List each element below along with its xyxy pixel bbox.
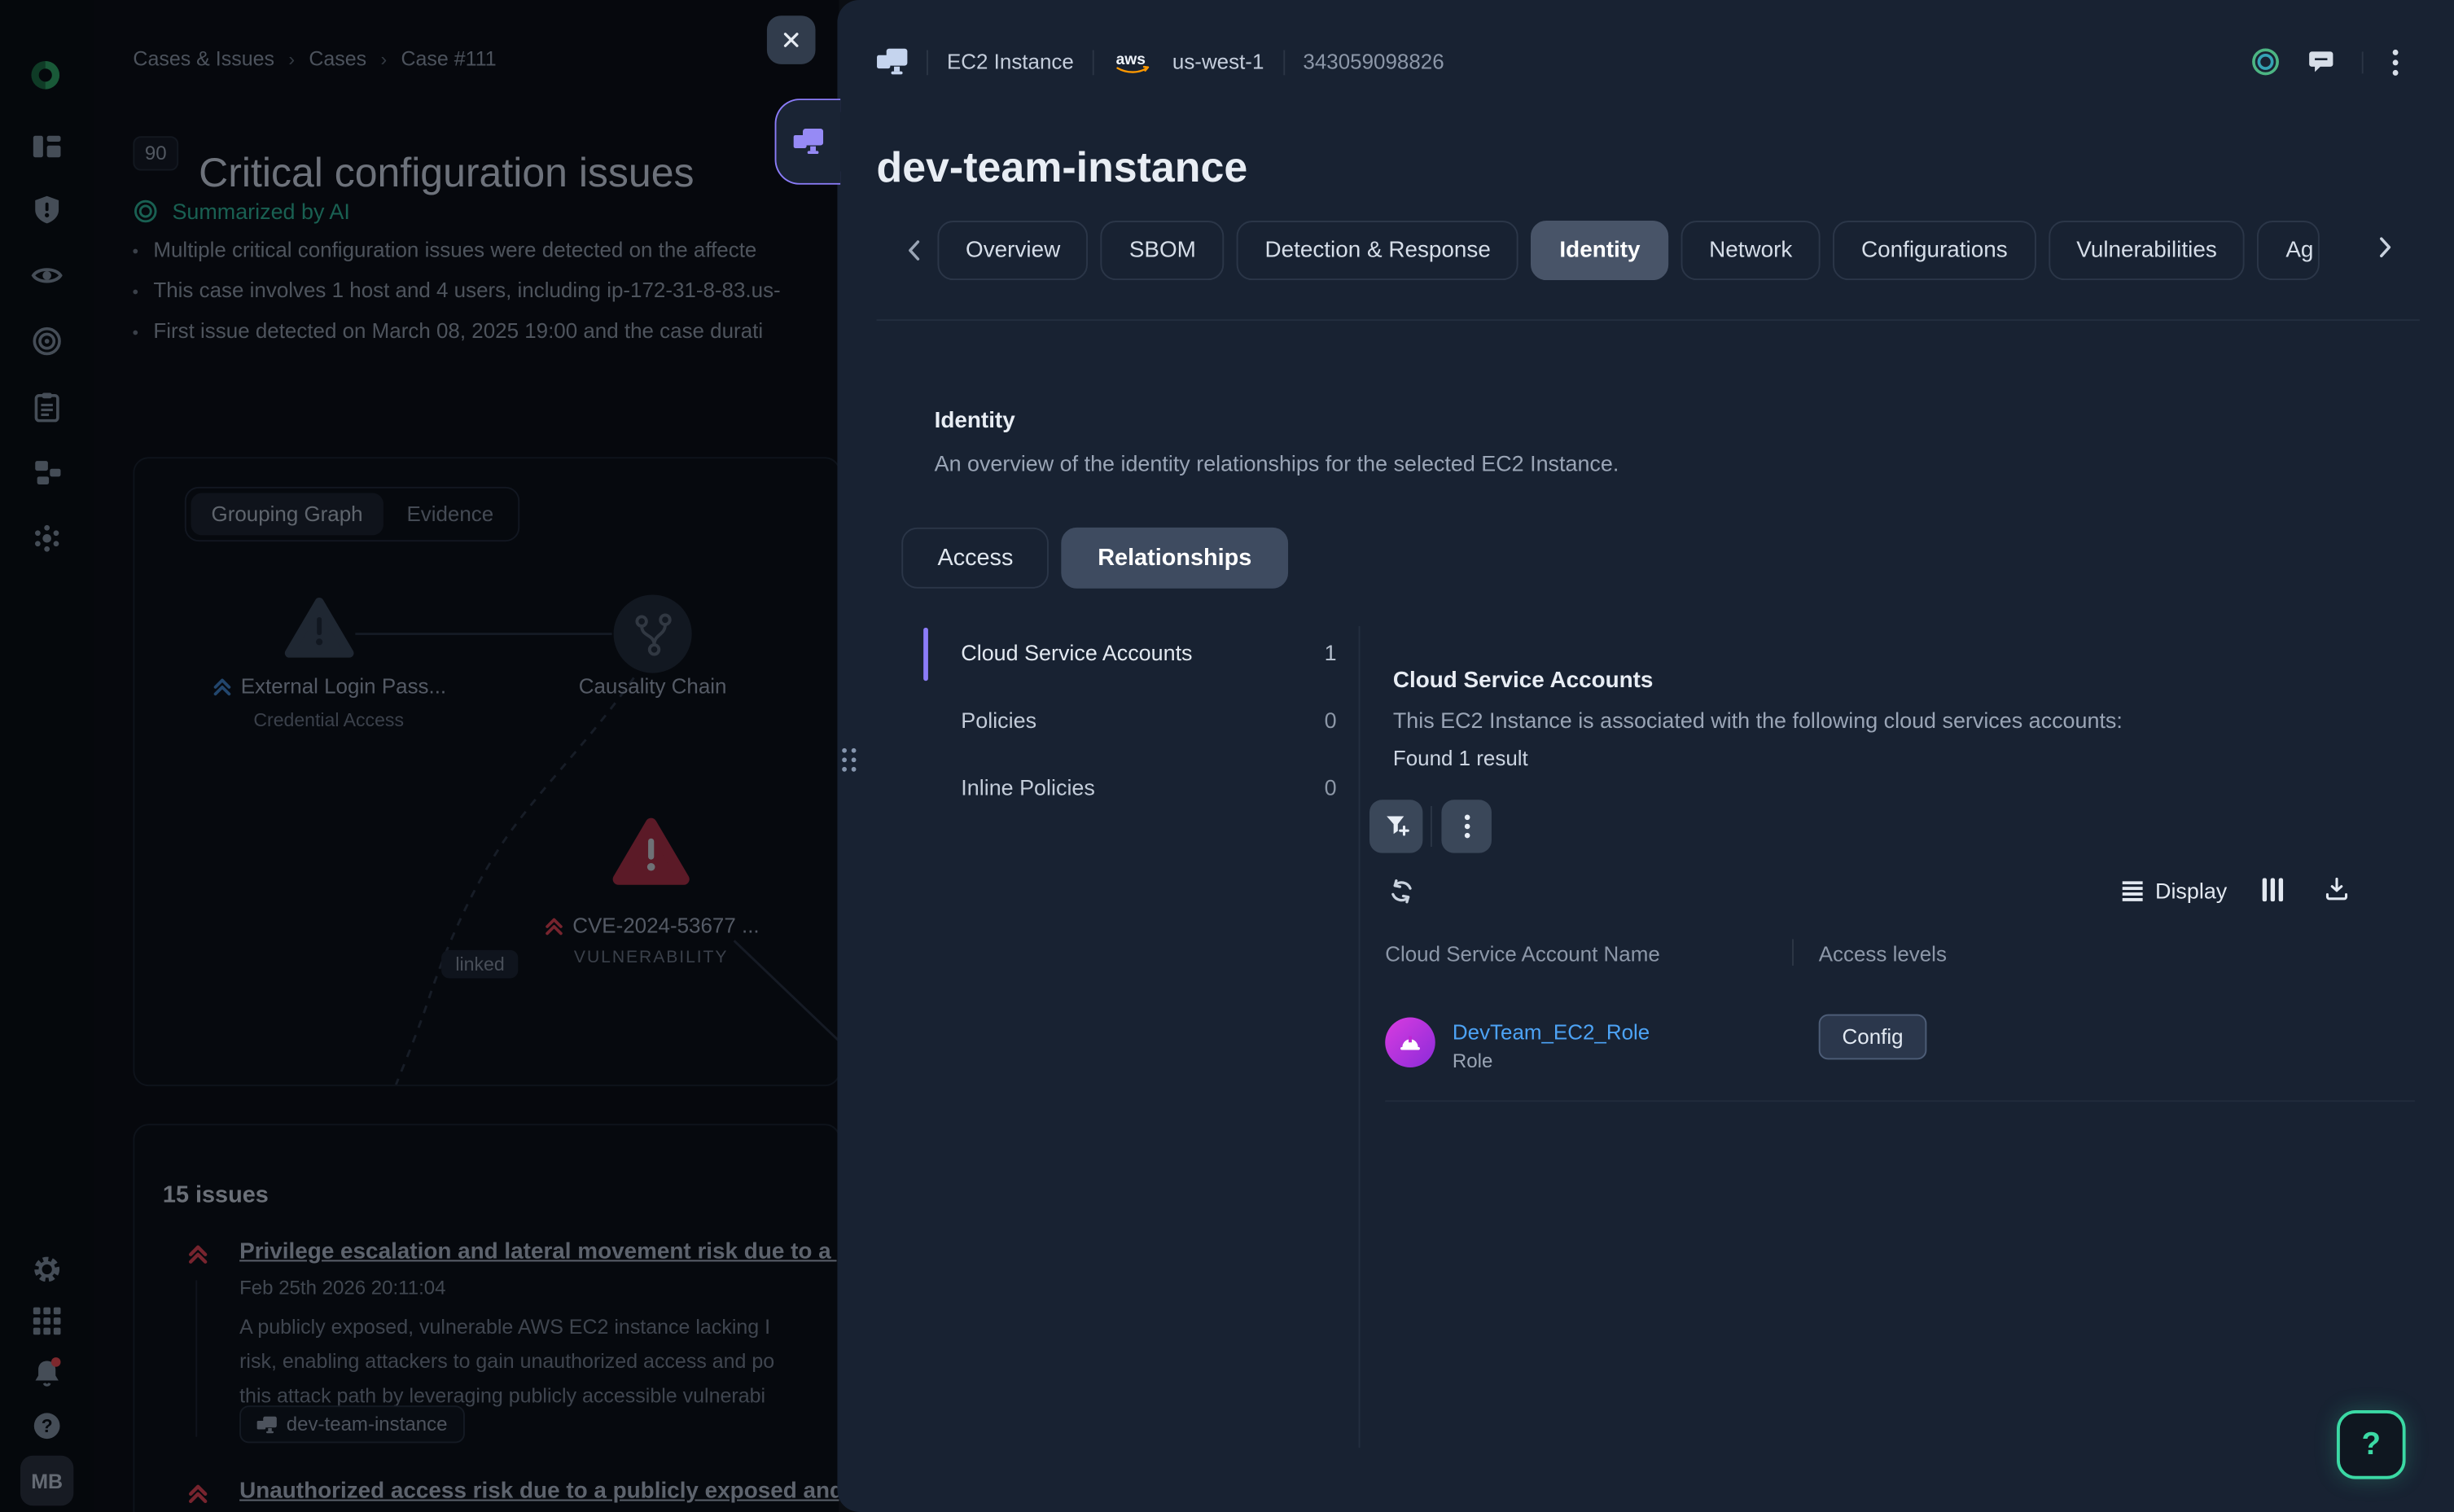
asset-title: dev-team-instance [876,144,1247,193]
filter-more-button[interactable] [1441,800,1492,852]
add-filter-button[interactable] [1369,800,1422,852]
column-header-access-levels[interactable]: Access levels [1819,942,1947,966]
chevron-right-icon [2374,234,2396,260]
columns-divider [1359,626,1361,1448]
chat-icon [2308,50,2333,74]
panel-resize-handle[interactable] [842,748,856,772]
modal-backdrop[interactable] [0,0,839,1512]
refresh-icon [1388,878,1415,905]
download-button[interactable] [2325,876,2350,901]
list-item-policies[interactable]: Policies 0 [923,695,1339,748]
hard-hat-icon [1398,1031,1423,1054]
tab-sbom[interactable]: SBOM [1101,221,1224,280]
asset-tabs: Overview SBOM Detection & Response Ident… [903,221,2386,280]
tab-identity[interactable]: Identity [1532,221,1668,280]
tab-agents-clipped[interactable]: Ag [2258,221,2320,280]
asset-panel-side-tab[interactable] [775,99,841,185]
app-viewport: ? MB Cases & Issues › Cases › Case #111 … [0,0,2454,1512]
count-badge: 1 [1325,640,1337,665]
tab-configurations[interactable]: Configurations [1833,221,2036,280]
account-type-label: Role [1453,1050,1492,1072]
detail-description: This EC2 Instance is associated with the… [1393,708,2123,733]
asset-type-label: EC2 Instance [947,50,1074,74]
aws-logo-icon: aws [1113,49,1154,76]
kebab-menu-icon [2391,48,2399,77]
identity-view-toggle: Access Relationships [901,528,1287,589]
header-divider [1093,50,1094,75]
ai-rings-icon [2250,47,2281,77]
header-divider [1282,50,1284,75]
column-divider [1792,939,1794,966]
column-header-account-name[interactable]: Cloud Service Account Name [1385,942,1660,966]
toggle-access[interactable]: Access [901,528,1049,589]
header-divider [2362,50,2364,72]
role-avatar [1385,1017,1435,1067]
display-options-button[interactable]: Display [2113,876,2237,905]
selected-indicator [923,628,928,681]
detail-title: Cloud Service Accounts [1393,668,1654,693]
count-badge: 0 [1325,708,1337,733]
tabs-divider [876,319,2419,321]
result-count: Found 1 result [1393,747,1528,770]
count-badge: 0 [1325,775,1337,800]
ai-scan-button[interactable] [2250,47,2281,77]
table-row-divider [1385,1100,2415,1102]
tabs-scroll-right-button[interactable] [2374,234,2396,260]
instance-icon [794,129,824,156]
tabs-scroll-left-button[interactable] [903,238,925,263]
asset-detail-panel: EC2 Instance aws us-west-1 343059098826 [837,0,2454,1512]
toggle-relationships[interactable]: Relationships [1062,528,1288,589]
panel-more-menu-button[interactable] [2391,48,2399,77]
kebab-menu-icon [1462,814,1470,839]
download-icon [2325,876,2350,901]
tab-overview[interactable]: Overview [937,221,1088,280]
close-panel-button[interactable] [767,15,816,64]
list-item-inline-policies[interactable]: Inline Policies 0 [923,762,1339,815]
filter-plus-icon [1383,814,1409,839]
tab-detection-response[interactable]: Detection & Response [1237,221,1519,280]
button-divider [1431,806,1432,847]
access-level-chip[interactable]: Config [1819,1015,1927,1060]
columns-icon [2262,878,2285,901]
instance-icon [876,49,907,76]
tab-network[interactable]: Network [1681,221,1821,280]
relationship-type-list: Cloud Service Accounts 1 Policies 0 Inli… [923,628,1339,830]
close-icon [779,28,803,52]
chevron-left-icon [903,238,925,263]
list-item-cloud-service-accounts[interactable]: Cloud Service Accounts 1 [923,628,1339,681]
region-label: us-west-1 [1172,50,1264,74]
svg-text:aws: aws [1116,51,1146,68]
display-rows-icon [2123,880,2145,901]
columns-button[interactable] [2262,878,2285,901]
refresh-button[interactable] [1388,878,1415,905]
header-divider [927,50,928,75]
comments-button[interactable] [2308,50,2333,74]
account-name-link[interactable]: DevTeam_EC2_Role [1453,1020,1650,1044]
account-id-label: 343059098826 [1303,50,1444,74]
identity-section-description: An overview of the identity relationship… [935,451,1619,476]
panel-header: EC2 Instance aws us-west-1 343059098826 [876,49,1444,76]
identity-section-title: Identity [935,409,1015,434]
help-button[interactable]: ? [2337,1410,2406,1479]
tab-vulnerabilities[interactable]: Vulnerabilities [2049,221,2246,280]
panel-header-actions [2250,47,2399,77]
